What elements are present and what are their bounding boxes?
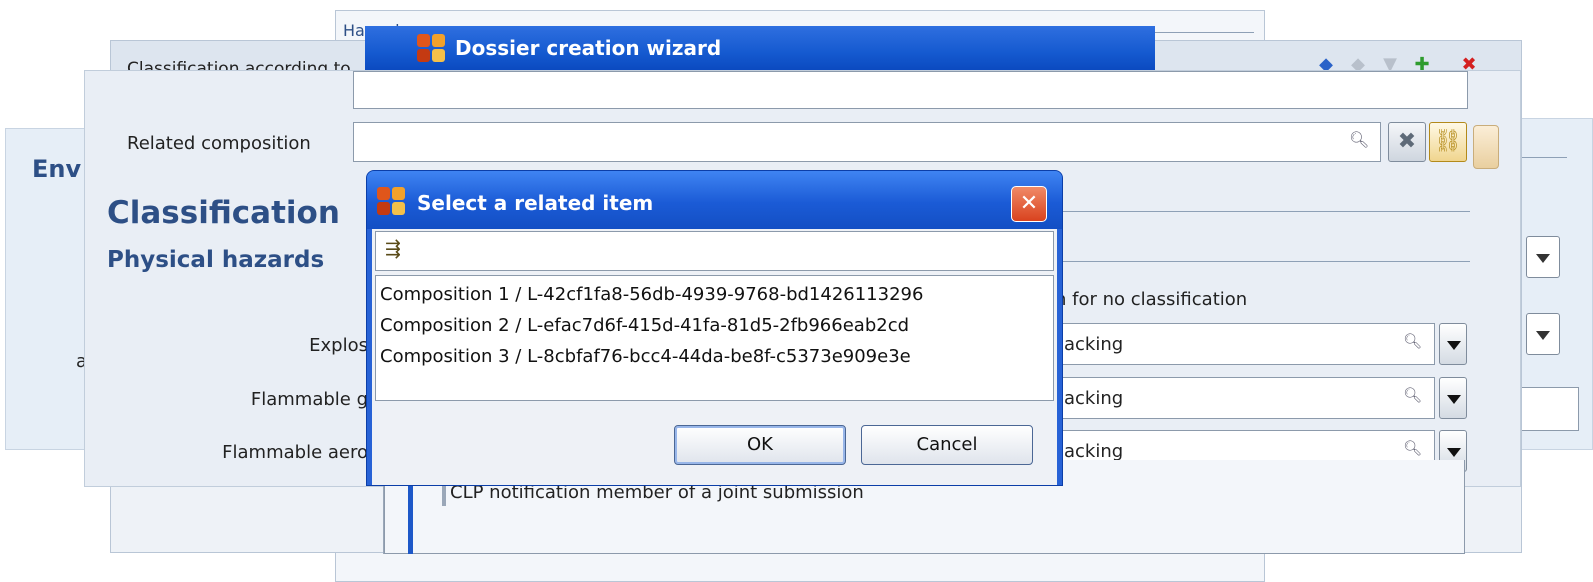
reason-combo[interactable]: acking 🔍︎ (1025, 323, 1435, 365)
list-item[interactable]: Composition 1 / L-42cf1fa8-56db-4939-976… (380, 284, 923, 305)
dialog-titlebar: Select a related item ✕ (367, 171, 1062, 229)
physical-hazards-title: Physical hazards (107, 247, 325, 273)
combo-value: acking (1064, 334, 1124, 355)
wizard-titlebar: Dossier creation wizard (365, 26, 1155, 70)
classification-title: Classification (107, 195, 340, 231)
dropdown-button[interactable] (1439, 377, 1467, 419)
combo-value: acking (1064, 441, 1124, 462)
dialog-client-area: ⇶ Composition 1 / L-42cf1fa8-56db-4939-9… (372, 229, 1057, 485)
env-title: Env (32, 155, 82, 183)
filter-icon[interactable]: ⇶ (385, 238, 401, 260)
close-icon: ✕ (1019, 191, 1039, 216)
divider (1060, 261, 1470, 262)
dropdown-button[interactable] (1526, 236, 1560, 278)
link-button[interactable]: ⛓ (1429, 122, 1467, 162)
combo-value: acking (1064, 388, 1124, 409)
dropdown-button[interactable] (1526, 313, 1560, 355)
list-item[interactable]: Composition 3 / L-8cbfaf76-bcc4-44da-be8… (380, 346, 911, 367)
text-field[interactable] (1519, 387, 1579, 431)
wizard-title: Dossier creation wizard (455, 36, 722, 60)
row-label-flammable-aerosols: Flammable aero (222, 442, 368, 463)
related-composition-label: Related composition (127, 133, 311, 154)
cancel-button[interactable]: Cancel (861, 425, 1033, 465)
search-icon[interactable]: 🔍︎ (1403, 332, 1422, 350)
row-label-flammable-gases: Flammable g (250, 389, 368, 410)
reason-combo[interactable]: acking 🔍︎ (1025, 377, 1435, 419)
close-button[interactable]: ✕ (1011, 186, 1047, 222)
reason-column-header: n for no classification (1055, 289, 1248, 310)
row-label-explosives: Explos (309, 335, 368, 356)
related-composition-input[interactable] (353, 122, 1381, 162)
filter-bar[interactable]: ⇶ (375, 231, 1054, 271)
select-related-item-dialog: Select a related item ✕ ⇶ Composition 1 … (366, 170, 1063, 486)
search-icon[interactable]: 🔍︎ (1349, 130, 1369, 149)
divider (1060, 211, 1470, 212)
dialog-title: Select a related item (417, 191, 654, 215)
clear-button[interactable]: ✖ (1388, 122, 1426, 162)
link-icon: ⛓ (1434, 129, 1462, 154)
app-logo-icon (417, 34, 447, 64)
related-item-list[interactable]: Composition 1 / L-42cf1fa8-56db-4939-976… (375, 275, 1054, 401)
search-icon[interactable]: 🔍︎ (1403, 386, 1422, 404)
checkbox[interactable] (442, 484, 446, 506)
side-button[interactable] (1473, 125, 1499, 169)
text-field[interactable] (353, 71, 1468, 109)
list-item[interactable]: Composition 2 / L-efac7d6f-415d-41fa-81d… (380, 315, 909, 336)
ok-button[interactable]: OK (674, 425, 846, 465)
search-icon[interactable]: 🔍︎ (1403, 439, 1422, 457)
dropdown-button[interactable] (1439, 323, 1467, 365)
clear-icon: ✖ (1397, 129, 1417, 154)
app-logo-icon (377, 187, 407, 217)
